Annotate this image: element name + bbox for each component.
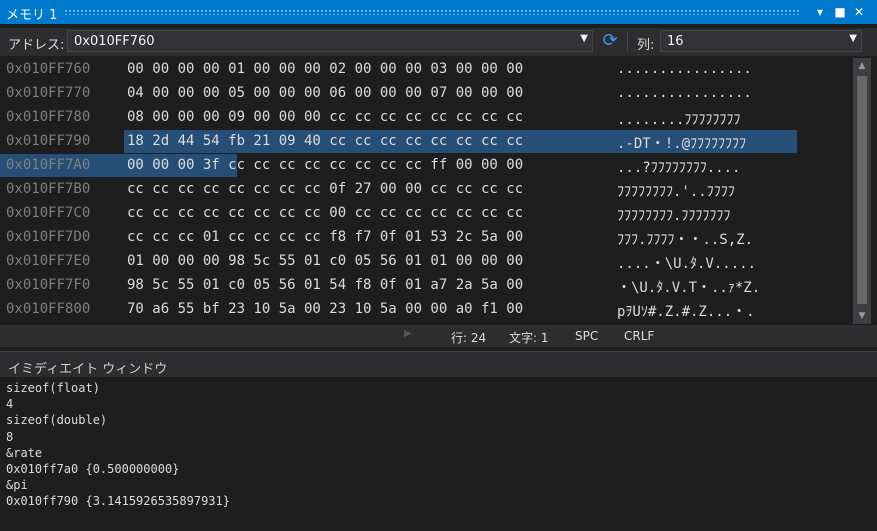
row-address: 0x010FF760 [6,61,91,77]
memory-row-selected[interactable]: 0x010FF790 18 2d 44 54 fb 21 09 40 cc cc… [0,130,853,154]
dropdown-arrow-icon[interactable]: ▾ [811,3,829,21]
row-ascii[interactable]: ....・\U.ﾀ.V..... [617,253,756,273]
vertical-scrollbar[interactable]: ▲ ▼ [853,58,871,324]
scroll-down-icon[interactable]: ▼ [853,308,871,324]
immediate-window: イミディエイト ウィンドウ sizeof(float) 4 sizeof(doubl… [0,351,877,531]
memory-hex-view[interactable]: 0x010FF760 00 00 00 00 01 00 00 00 02 00… [0,58,853,322]
row-hex[interactable]: 00 00 00 3f cc cc cc cc cc cc cc cc ff 0… [127,157,523,173]
immediate-line[interactable]: sizeof(float) [6,380,230,396]
row-address: 0x010FF780 [6,109,91,125]
memory-toolbar: アドレス: 0x010FF760 ▼ ⟳ 列: 16 ▼ [0,28,877,56]
row-hex[interactable]: cc cc cc 01 cc cc cc cc f8 f7 0f 01 53 2… [127,229,523,245]
row-hex[interactable]: 98 5c 55 01 c0 05 56 01 54 f8 0f 01 a7 2… [127,277,523,293]
memory-window: メモリ 1 ▾ ■ ✕ アドレス: 0x010FF760 ▼ ⟳ 列: 16 ▼… [0,0,877,325]
row-address: 0x010FF790 [6,133,91,149]
column-combobox[interactable]: 16 ▼ [660,30,862,52]
row-ascii[interactable]: ........ﾌﾌﾌﾌﾌﾌﾌﾌ [617,109,740,129]
immediate-line[interactable]: &pi [6,477,230,493]
maximize-icon[interactable]: ■ [831,3,849,21]
row-hex[interactable]: 04 00 00 00 05 00 00 00 06 00 00 00 07 0… [127,85,523,101]
row-hex[interactable]: 18 2d 44 54 fb 21 09 40 cc cc cc cc cc c… [127,133,523,149]
status-mode: SPC [575,329,599,343]
memory-window-title: メモリ 1 [6,8,58,23]
memory-row[interactable]: 0x010FF7D0 cc cc cc 01 cc cc cc cc f8 f7… [0,226,853,250]
row-hex[interactable]: 00 00 00 00 01 00 00 00 02 00 00 00 03 0… [127,61,523,77]
status-line: 行: 24 [451,331,487,345]
row-hex[interactable]: 70 a6 55 bf 23 10 5a 00 23 10 5a 00 00 a… [127,301,523,317]
row-address: 0x010FF7C0 [6,205,91,221]
memory-row[interactable]: 0x010FF760 00 00 00 00 01 00 00 00 02 00… [0,58,853,82]
row-address: 0x010FF7A0 [6,157,91,173]
status-eol: CRLF [624,329,655,343]
row-address: 0x010FF7F0 [6,277,91,293]
scroll-up-icon[interactable]: ▲ [853,58,871,74]
immediate-line[interactable]: 0x010ff7a0 {0.500000000} [6,461,230,477]
toolbar-separator [627,32,628,52]
immediate-line[interactable]: 0x010ff790 {3.1415926535897931} [6,493,230,509]
row-ascii[interactable]: pｦUｿ#.Z.#.Z...・. [617,301,755,321]
row-address: 0x010FF800 [6,301,91,317]
row-ascii[interactable]: ﾌﾌﾌﾌﾌﾌﾌﾌ.'..ﾌﾌﾌﾌ [617,181,735,201]
scroll-right-icon[interactable]: ▶ [404,328,412,339]
memory-window-titlebar[interactable]: メモリ 1 ▾ ■ ✕ [0,0,877,24]
memory-row[interactable]: 0x010FF7C0 cc cc cc cc cc cc cc cc 00 cc… [0,202,853,226]
row-hex[interactable]: 01 00 00 00 98 5c 55 01 c0 05 56 01 01 0… [127,253,523,269]
row-ascii[interactable]: ﾌﾌﾌﾌﾌﾌﾌﾌ.ﾌﾌﾌﾌﾌﾌﾌ [617,205,730,225]
row-ascii[interactable]: ................ [617,61,752,77]
status-char: 文字: 1 [509,331,549,345]
chevron-down-icon[interactable]: ▼ [849,33,857,44]
row-ascii[interactable]: ...?ﾌﾌﾌﾌﾌﾌﾌﾌ.... [617,157,740,177]
immediate-window-header[interactable]: イミディエイト ウィンドウ [0,351,877,377]
memory-row[interactable]: 0x010FF7F0 98 5c 55 01 c0 05 56 01 54 f8… [0,274,853,298]
immediate-line[interactable]: &rate [6,445,230,461]
scrollbar-thumb[interactable] [857,76,867,304]
refresh-icon[interactable]: ⟳ [599,31,621,53]
close-icon[interactable]: ✕ [850,3,868,21]
row-address: 0x010FF7D0 [6,229,91,245]
memory-row[interactable]: 0x010FF7E0 01 00 00 00 98 5c 55 01 c0 05… [0,250,853,274]
column-label: 列: [637,38,655,53]
immediate-line[interactable]: 8 [6,429,230,445]
row-hex[interactable]: cc cc cc cc cc cc cc cc 0f 27 00 00 cc c… [127,181,523,197]
immediate-window-content[interactable]: sizeof(float) 4 sizeof(double) 8 &rate 0x010f… [6,380,230,510]
memory-row-selected[interactable]: 0x010FF7A0 00 00 00 3f cc cc cc cc cc cc… [0,154,853,178]
address-label: アドレス: [8,38,65,53]
chevron-down-icon[interactable]: ▼ [580,33,588,44]
immediate-line[interactable]: sizeof(double) [6,412,230,428]
row-address: 0x010FF770 [6,85,91,101]
column-value[interactable]: 16 [667,34,684,49]
row-hex[interactable]: cc cc cc cc cc cc cc cc 00 cc cc cc cc c… [127,205,523,221]
row-ascii[interactable]: ・\U.ﾀ.V.T・..ｧ*Z. [617,277,760,297]
status-bar: ▶ 行: 24 文字: 1 SPC CRLF [0,325,877,347]
address-combobox[interactable]: 0x010FF760 ▼ [67,30,593,52]
row-address: 0x010FF7B0 [6,181,91,197]
immediate-window-title: イミディエイト ウィンドウ [8,362,168,377]
row-address: 0x010FF7E0 [6,253,91,269]
row-ascii[interactable]: ﾌﾌﾌ.ﾌﾌﾌﾌ・・..S,Z. [617,229,753,249]
row-hex[interactable]: 08 00 00 00 09 00 00 00 cc cc cc cc cc c… [127,109,523,125]
titlebar-grip[interactable] [64,9,800,15]
address-value[interactable]: 0x010FF760 [74,34,155,49]
row-ascii[interactable]: ................ [617,85,752,101]
immediate-line[interactable]: 4 [6,396,230,412]
memory-row[interactable]: 0x010FF7B0 cc cc cc cc cc cc cc cc 0f 27… [0,178,853,202]
row-ascii[interactable]: .-DT・!.@ﾌﾌﾌﾌﾌﾌﾌﾌ [617,133,746,153]
memory-row[interactable]: 0x010FF800 70 a6 55 bf 23 10 5a 00 23 10… [0,298,853,322]
memory-row[interactable]: 0x010FF770 04 00 00 00 05 00 00 00 06 00… [0,82,853,106]
memory-row[interactable]: 0x010FF780 08 00 00 00 09 00 00 00 cc cc… [0,106,853,130]
